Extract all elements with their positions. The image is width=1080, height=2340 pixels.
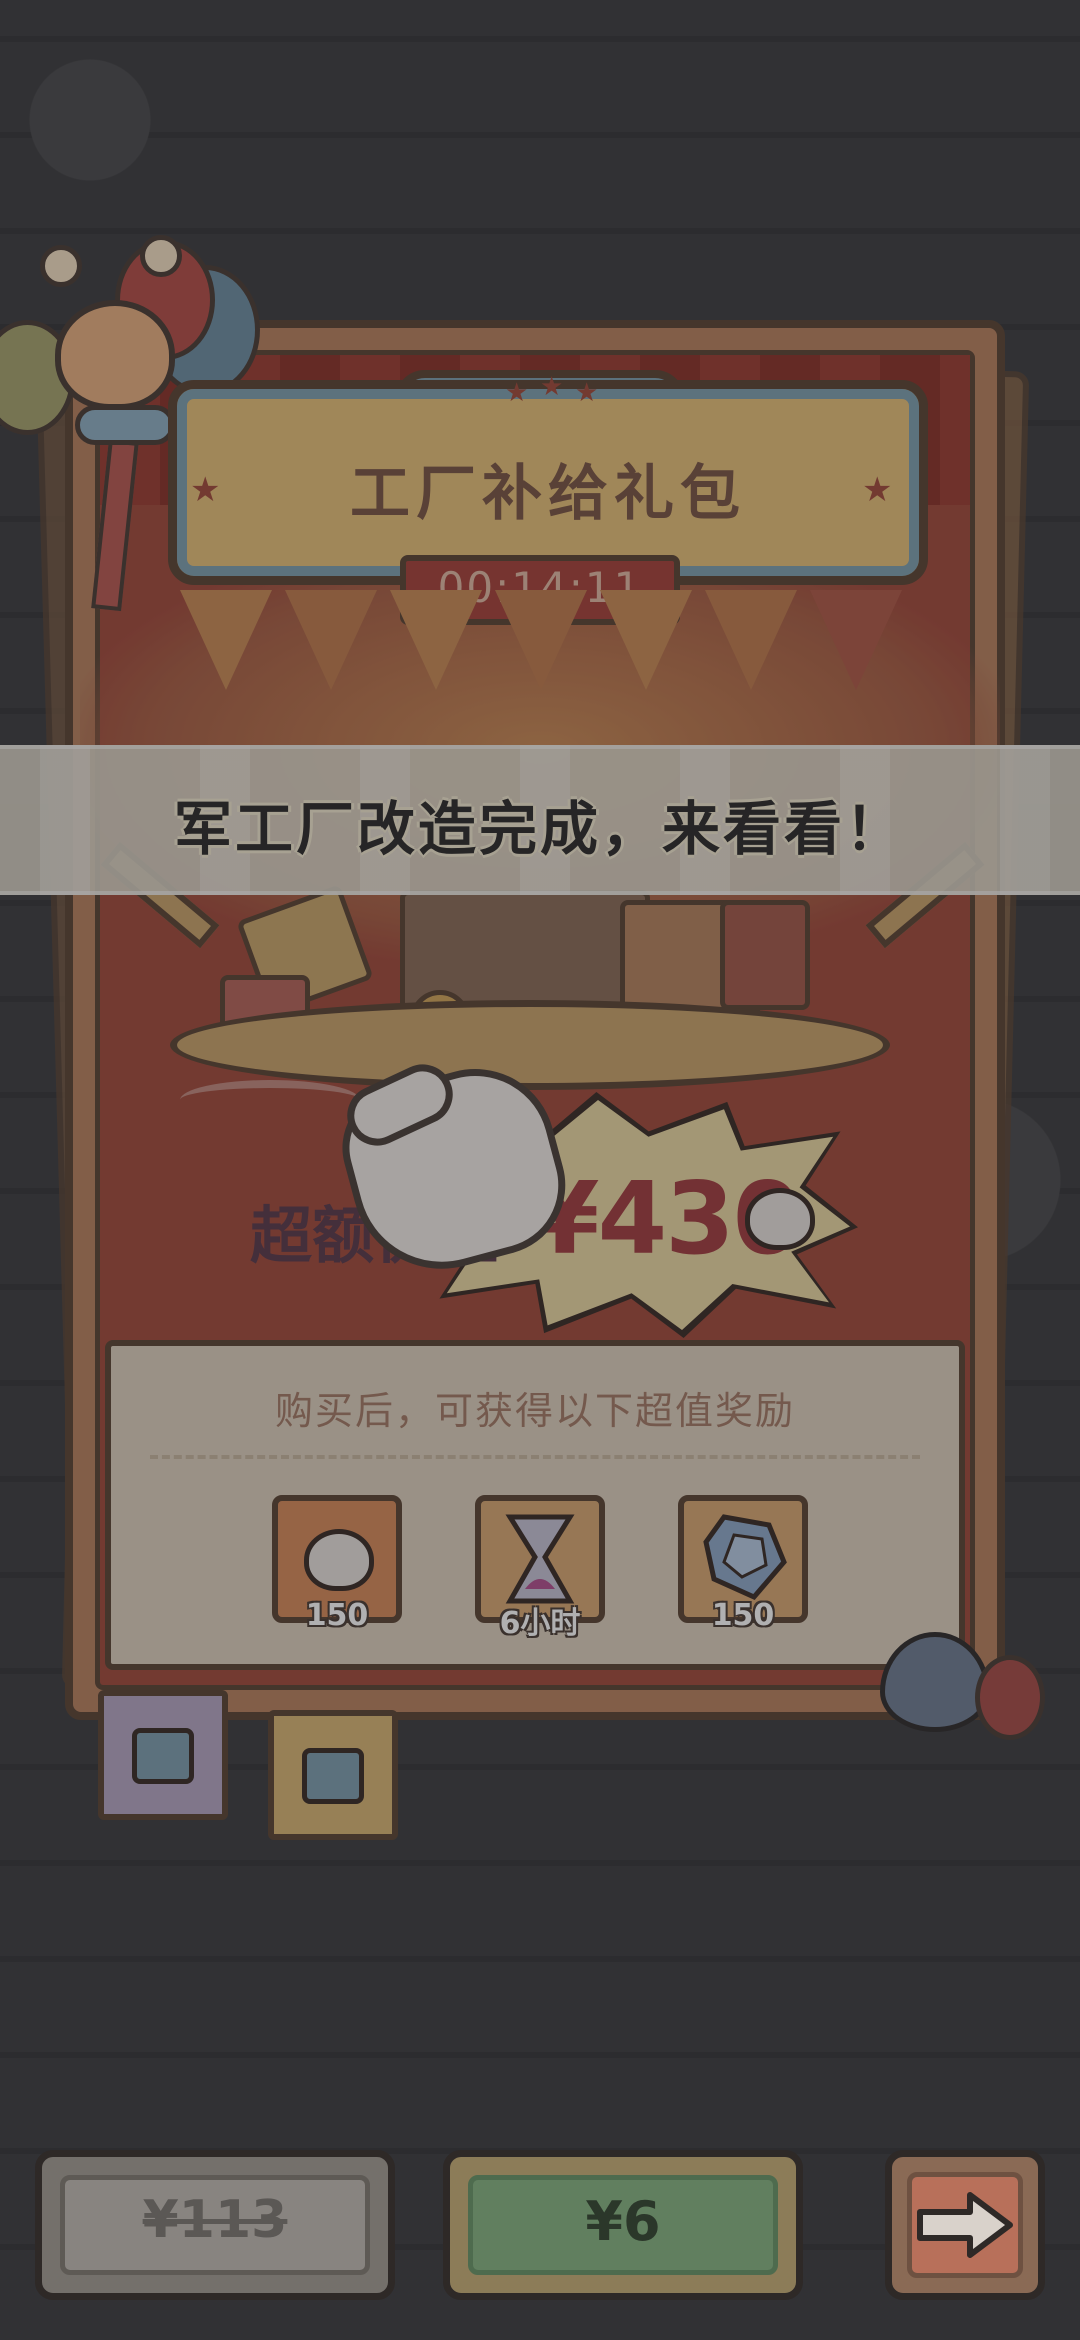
buy-price-label: ¥6 (585, 2190, 661, 2253)
overlay-dim (0, 0, 1080, 2340)
arrow-right-icon (917, 2192, 1013, 2258)
original-price-label: ¥113 (142, 2190, 288, 2250)
